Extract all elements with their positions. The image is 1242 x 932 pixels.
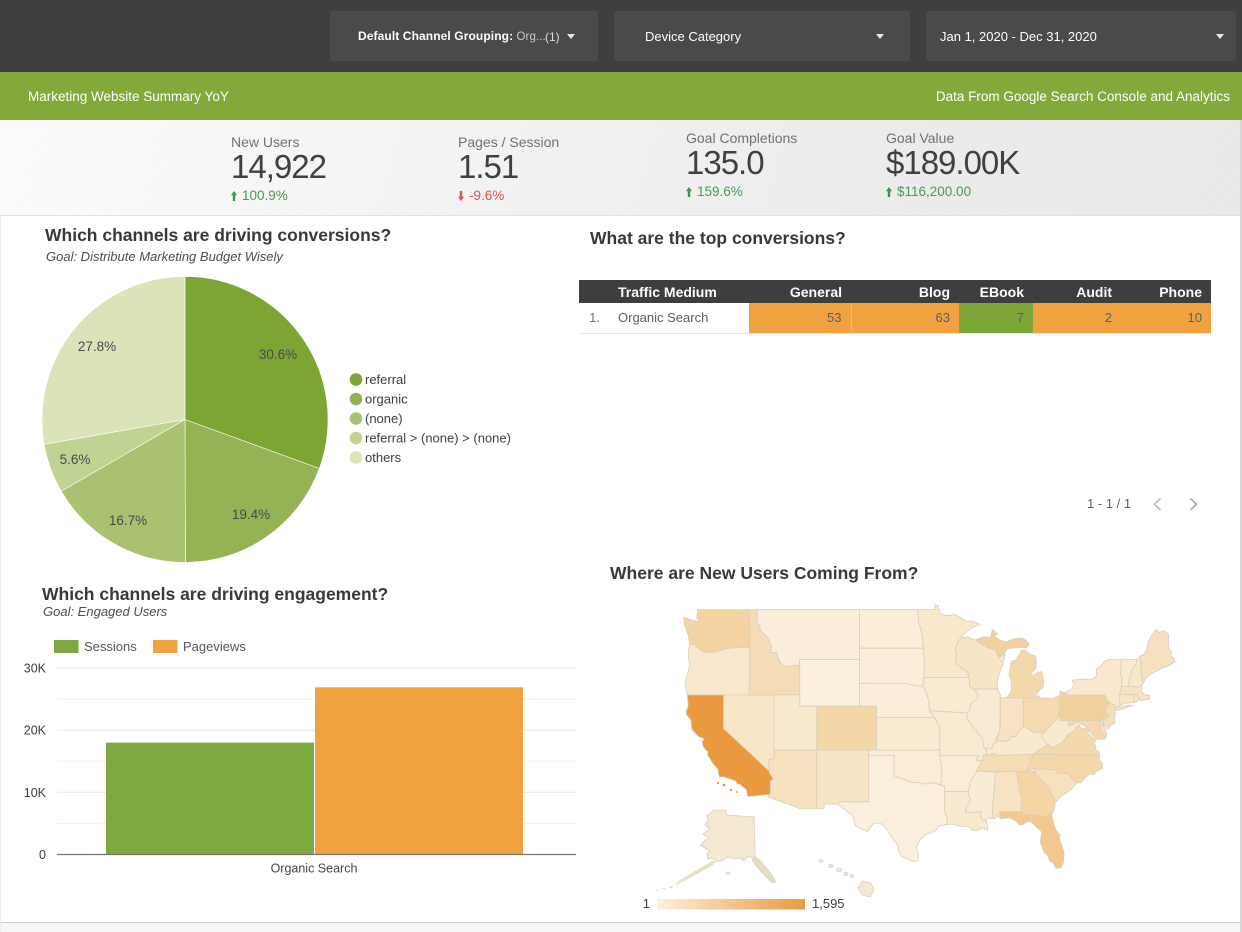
svg-text:1: 1 (643, 896, 650, 911)
svg-text:1,595: 1,595 (812, 896, 845, 911)
